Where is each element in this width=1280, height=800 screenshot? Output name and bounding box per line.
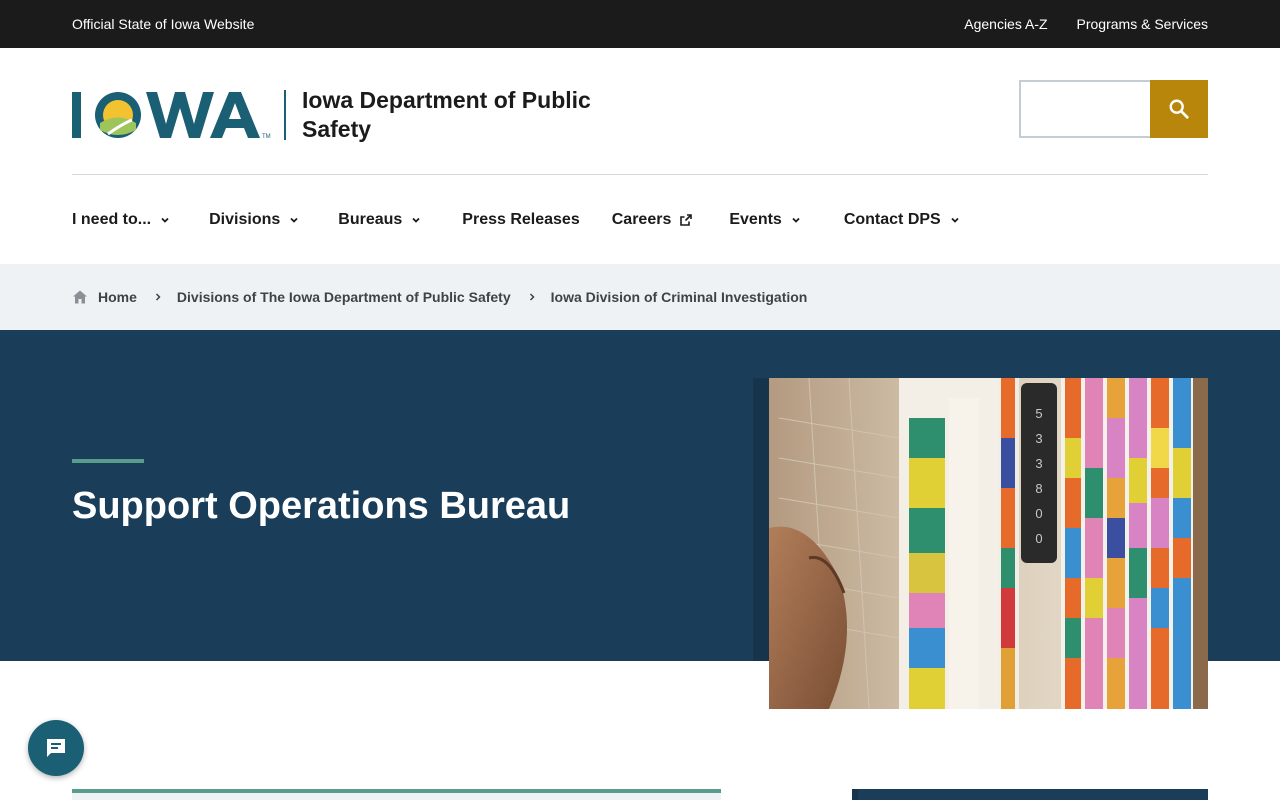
hero-image-file-folders: 5 3 3 8 0 0: [769, 378, 1208, 709]
breadcrumb-home[interactable]: Home: [72, 289, 137, 305]
folder-tab-number-5: 0: [1035, 506, 1042, 521]
chat-icon: [47, 739, 65, 757]
nav-label: Events: [729, 210, 782, 228]
agencies-a-z-link[interactable]: Agencies A-Z: [964, 16, 1047, 32]
official-site-bar: Official State of Iowa Website Agencies …: [0, 0, 1280, 48]
folder-tab-number-4: 8: [1035, 481, 1042, 496]
nav-i-need-to[interactable]: I need to...: [72, 211, 171, 229]
search-icon: [1169, 99, 1189, 119]
nav-events[interactable]: Events: [729, 211, 801, 229]
site-search: [1019, 80, 1208, 138]
breadcrumb-label: Home: [98, 289, 137, 305]
logo-divider: [284, 90, 286, 140]
folder-tab-number-1: 5: [1035, 406, 1042, 421]
breadcrumb: Home Divisions of The Iowa Department of…: [0, 264, 1280, 330]
nav-label: Careers: [611, 210, 672, 228]
chevron-down-icon: [951, 217, 959, 223]
official-site-label: Official State of Iowa Website: [72, 16, 255, 32]
external-link-icon: [680, 213, 693, 226]
sidebar-panel: [852, 789, 1208, 800]
breadcrumb-label: Divisions of The Iowa Department of Publ…: [176, 289, 511, 305]
utility-links: Agencies A-Z Programs & Services: [964, 16, 1208, 32]
nav-label: Press Releases: [462, 210, 580, 228]
hero-image-frame: [753, 378, 769, 661]
main-nav: I need to... Divisions Bureaus Press Rel…: [72, 175, 961, 264]
content-panel: [72, 789, 721, 800]
nav-contact-dps[interactable]: Contact DPS: [844, 211, 961, 229]
site-logo[interactable]: TM Iowa Department of Public Safety: [72, 86, 632, 144]
breadcrumb-dci[interactable]: Iowa Division of Criminal Investigation: [551, 289, 808, 305]
chevron-down-icon: [412, 217, 420, 223]
iowa-logo-icon: TM: [72, 92, 271, 140]
folder-tab-number-2: 3: [1035, 431, 1042, 446]
search-input[interactable]: [1019, 80, 1150, 138]
breadcrumb-label: Iowa Division of Criminal Investigation: [550, 289, 808, 305]
nav-label: Contact DPS: [843, 210, 941, 228]
nav-press-releases[interactable]: Press Releases: [462, 211, 579, 229]
chat-button[interactable]: [28, 720, 84, 776]
chevron-down-icon: [161, 217, 169, 223]
search-button[interactable]: [1150, 80, 1208, 138]
nav-label: I need to...: [72, 210, 152, 228]
folder-tab-number-6: 0: [1035, 531, 1042, 546]
department-name[interactable]: Iowa Department of Public Safety: [302, 86, 632, 144]
nav-divisions[interactable]: Divisions: [209, 211, 300, 229]
chevron-down-icon: [290, 217, 298, 223]
breadcrumb-divisions[interactable]: Divisions of The Iowa Department of Publ…: [177, 289, 511, 305]
page-title: Support Operations Bureau: [72, 485, 571, 527]
programs-services-link[interactable]: Programs & Services: [1077, 16, 1208, 32]
home-icon: [73, 290, 87, 304]
nav-label: Bureaus: [338, 210, 403, 228]
chevron-right-icon: [153, 292, 163, 302]
logo-tm: TM: [262, 134, 271, 140]
chevron-right-icon: [527, 292, 537, 302]
nav-label: Divisions: [209, 210, 281, 228]
nav-careers[interactable]: Careers: [612, 211, 694, 229]
chevron-down-icon: [792, 217, 800, 223]
hero-accent-line: [72, 459, 144, 463]
folder-tab-number-3: 3: [1035, 456, 1042, 471]
nav-bureaus[interactable]: Bureaus: [338, 211, 422, 229]
